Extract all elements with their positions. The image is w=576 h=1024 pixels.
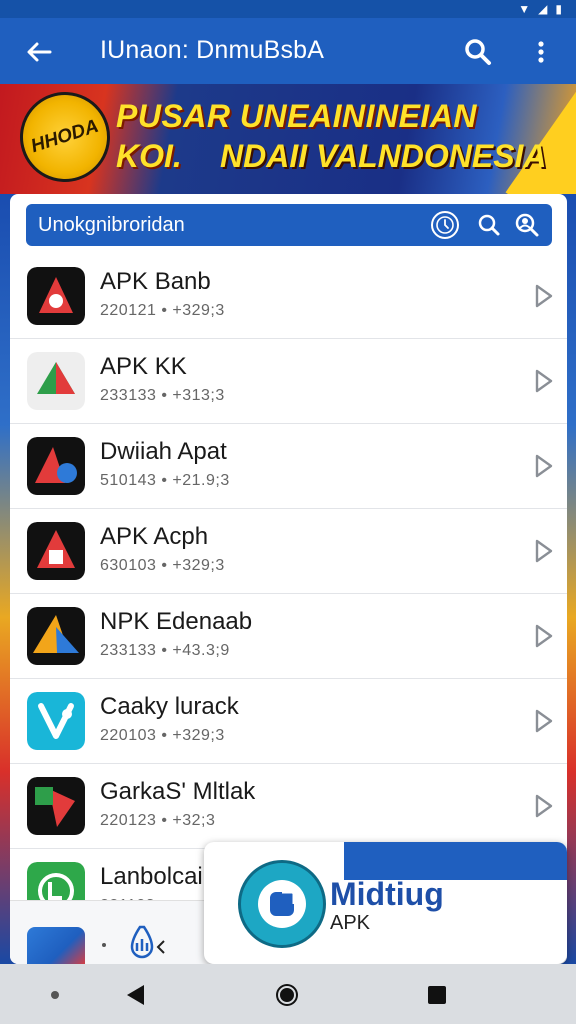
- app-name: Dwiiah Apat: [100, 438, 227, 465]
- search-button[interactable]: [460, 34, 496, 70]
- list-item[interactable]: APK Banb 220121 • +329;3: [10, 254, 567, 339]
- popup-logo: [238, 860, 326, 948]
- open-button[interactable]: [531, 282, 557, 310]
- back-button[interactable]: [22, 35, 56, 69]
- open-button[interactable]: [531, 707, 557, 735]
- battery-icon: ▮: [555, 2, 562, 16]
- open-button[interactable]: [531, 452, 557, 480]
- app-meta: 220123 • +32;3: [100, 812, 216, 829]
- search-bar[interactable]: Unokgnibroridan: [26, 204, 552, 246]
- nav-dot-button[interactable]: [38, 978, 72, 1012]
- list-item[interactable]: APK Acph 630103 • +329;3: [10, 509, 567, 594]
- app-popup-card[interactable]: Midtiug APK: [204, 842, 567, 964]
- app-name: APK KK: [100, 353, 187, 380]
- app-meta: 233133 • +43.3;9: [100, 642, 230, 659]
- more-options-button[interactable]: [526, 34, 556, 70]
- app-list: APK Banb 220121 • +329;3 APK KK 233133 •…: [10, 254, 567, 934]
- voice-search-button[interactable]: [512, 210, 542, 240]
- app-icon: [27, 777, 85, 835]
- banner-subline-left: KOI.: [116, 138, 182, 174]
- signal-icon: ◢: [538, 2, 548, 16]
- page-title: IUnaon: DnmuBsbA: [100, 36, 325, 64]
- app-meta: 630103 • +329;3: [100, 557, 225, 574]
- app-meta: 510143 • +21.9;3: [100, 472, 230, 489]
- search-input[interactable]: Unokgnibroridan: [38, 214, 185, 237]
- play-arrow-icon: [535, 794, 553, 818]
- open-button[interactable]: [531, 537, 557, 565]
- popup-header: [344, 842, 567, 880]
- app-name: APK Acph: [100, 523, 209, 550]
- app-name: NPK Edenaab: [100, 608, 253, 635]
- list-item[interactable]: NPK Edenaab 233133 • +43.3;9: [10, 594, 567, 679]
- promo-banner[interactable]: HHODA PUSAR UNEAININEIAN KOI. NDAII VALN…: [0, 84, 576, 194]
- home-circle-icon: [276, 984, 298, 1006]
- popup-subtitle: APK: [330, 912, 371, 934]
- play-arrow-icon: [535, 454, 553, 478]
- app-meta: 220121 • +329;3: [100, 302, 225, 319]
- play-arrow-icon: [535, 284, 553, 308]
- dot-icon: [51, 991, 59, 999]
- nav-back-button[interactable]: [118, 978, 152, 1012]
- app-name: GarkaS' Mltlak: [100, 778, 256, 805]
- list-item[interactable]: Dwiiah Apat 510143 • +21.9;3: [10, 424, 567, 509]
- app-name: Caaky lurack: [100, 693, 239, 720]
- user-search-icon: [515, 213, 539, 237]
- banner-logo: HHODA: [8, 84, 122, 194]
- list-item[interactable]: APK KK 233133 • +313;3: [10, 339, 567, 424]
- app-icon: [27, 267, 85, 325]
- download-icon: [130, 925, 165, 959]
- play-arrow-icon: [535, 624, 553, 648]
- app-name: Lanbolcai: [100, 863, 203, 890]
- app-icon: [27, 927, 85, 964]
- banner-logo-text: HHODA: [28, 115, 102, 158]
- open-button[interactable]: [531, 792, 557, 820]
- open-button[interactable]: [531, 622, 557, 650]
- download-button[interactable]: [122, 923, 170, 963]
- app-bar: IUnaon: DnmuBsbA: [0, 18, 576, 84]
- banner-headline: PUSAR UNEAININEIAN: [116, 98, 478, 134]
- dot-indicator: [102, 943, 106, 947]
- status-bar: ▼ ◢ ▮: [0, 0, 576, 18]
- app-meta: 220103 • +329;3: [100, 727, 225, 744]
- system-nav-bar: [0, 964, 576, 1024]
- wifi-icon: ▼: [518, 2, 531, 16]
- search-icon: [465, 39, 491, 65]
- play-arrow-icon: [535, 709, 553, 733]
- app-icon: [27, 437, 85, 495]
- nav-recents-button[interactable]: [420, 978, 454, 1012]
- triangle-back-icon: [127, 985, 144, 1005]
- search-bar-search-button[interactable]: [474, 210, 504, 240]
- app-icon: [27, 352, 85, 410]
- nav-home-button[interactable]: [270, 978, 304, 1012]
- list-item[interactable]: GarkaS' Mltlak 220123 • +32;3: [10, 764, 567, 849]
- square-recents-icon: [428, 986, 446, 1004]
- app-logo-icon: [258, 880, 306, 928]
- app-icon: [27, 522, 85, 580]
- list-item[interactable]: Caaky lurack 220103 • +329;3: [10, 679, 567, 764]
- play-arrow-icon: [535, 369, 553, 393]
- more-vertical-icon: [538, 41, 544, 63]
- app-meta: 233133 • +313;3: [100, 387, 225, 404]
- app-icon: [27, 692, 85, 750]
- clock-button[interactable]: [430, 210, 460, 240]
- popup-title: Midtiug: [330, 876, 444, 912]
- app-name: APK Banb: [100, 268, 211, 295]
- search-icon: [478, 214, 500, 236]
- play-arrow-icon: [535, 539, 553, 563]
- open-button[interactable]: [531, 367, 557, 395]
- clock-icon: [431, 211, 459, 239]
- banner-subline-right: NDAII VALNDONESIA: [220, 138, 547, 174]
- arrow-left-icon: [27, 42, 52, 62]
- app-icon: [27, 607, 85, 665]
